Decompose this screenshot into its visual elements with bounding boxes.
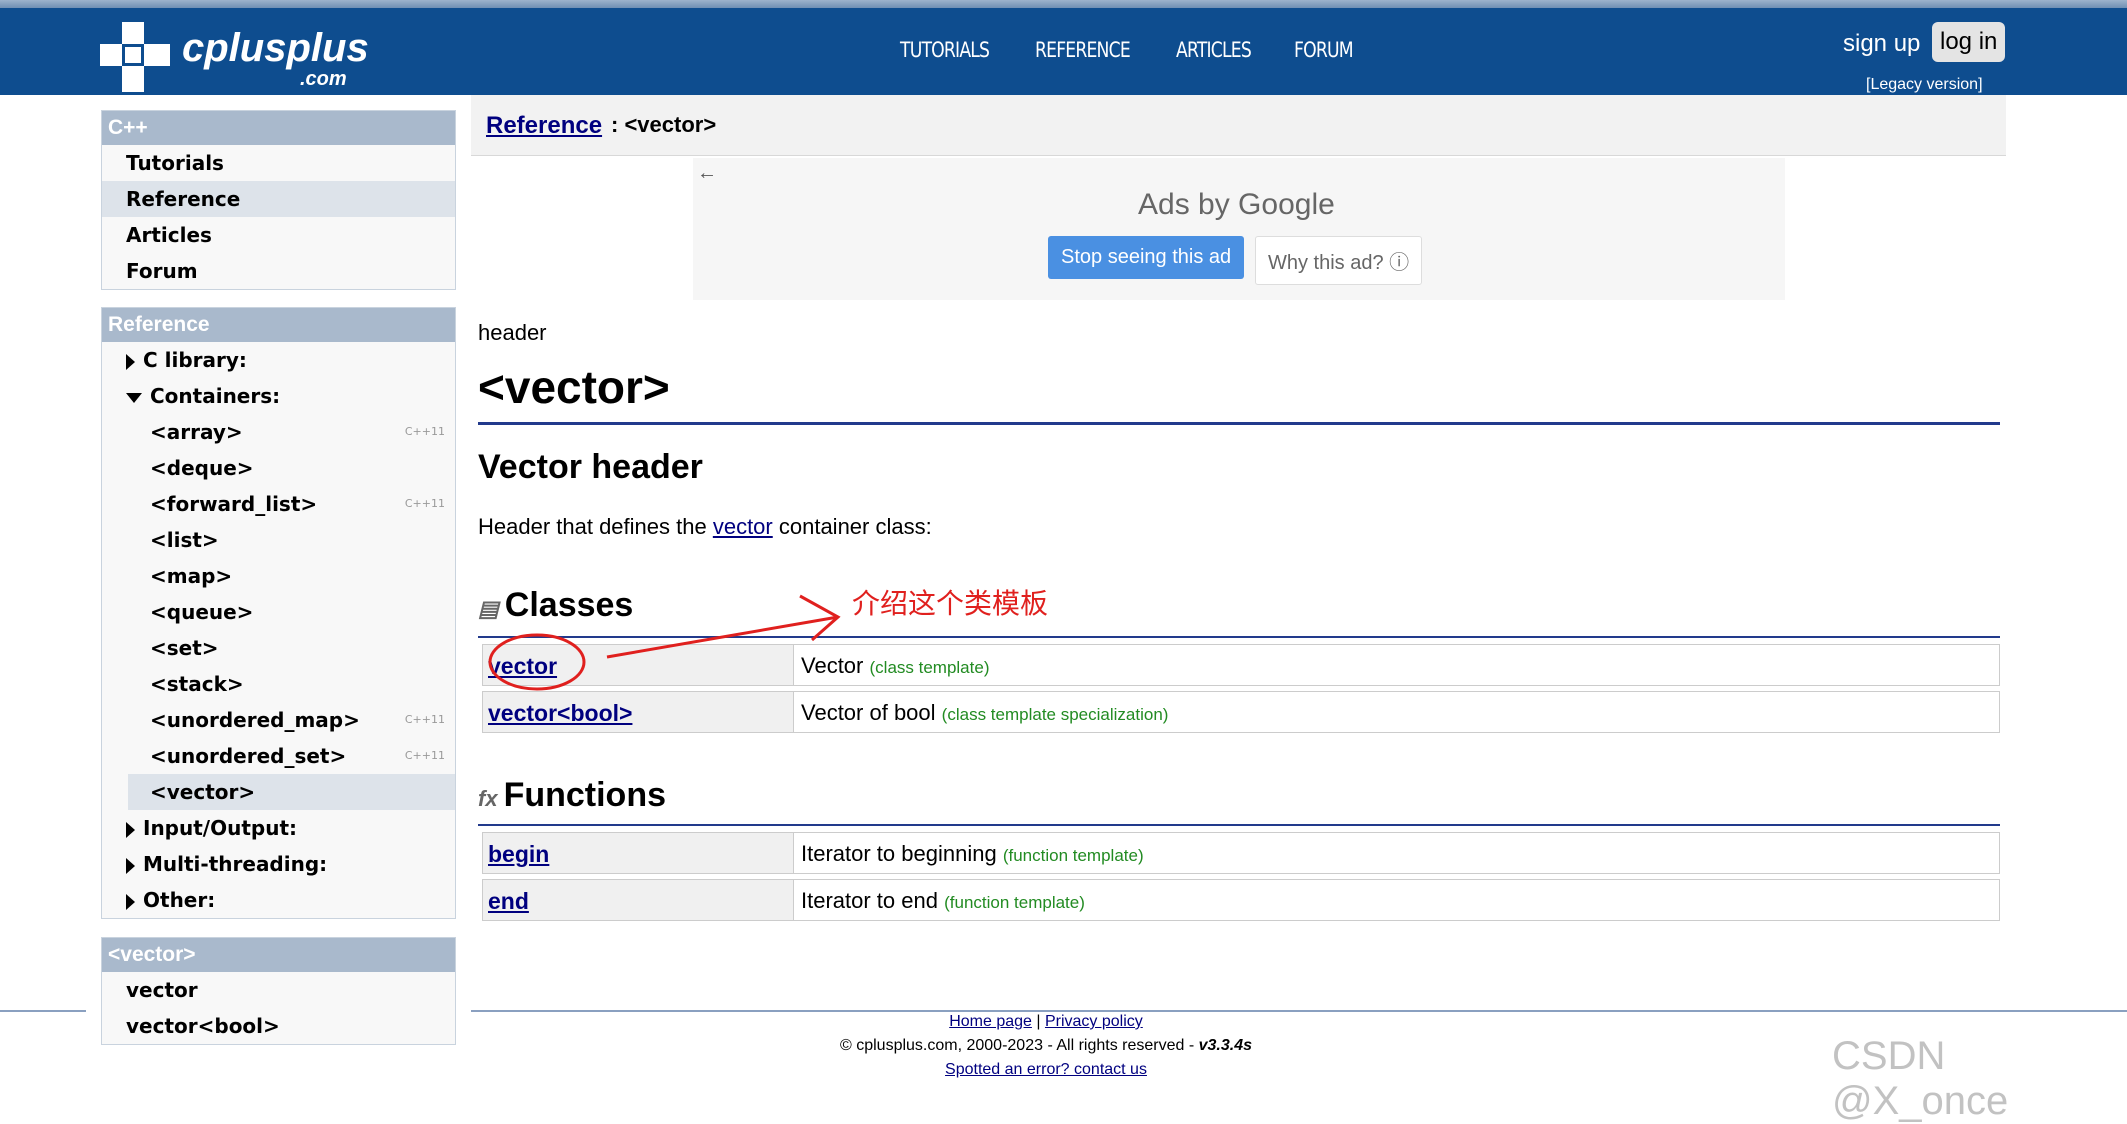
arrow-annotation-line	[606, 615, 839, 659]
annotation-overlay	[488, 594, 841, 691]
footer-divider	[471, 1010, 2127, 1012]
footer-separator: |	[1031, 1013, 1045, 1030]
home-page-link[interactable]: Home page	[949, 1013, 1032, 1030]
footer-copyright: © cplusplus.com, 2000-2023 - All rights …	[471, 1037, 1621, 1055]
contact-us-link[interactable]: Spotted an error? contact us	[945, 1061, 1147, 1078]
footer-links: Home page | Privacy policy	[471, 1013, 1621, 1031]
site-footer: Home page | Privacy policy © cplusplus.c…	[471, 1013, 1621, 1079]
watermark: CSDN @X_once	[1832, 1034, 2009, 1123]
copyright-text: © cplusplus.com, 2000-2023 - All rights …	[839, 1037, 1199, 1054]
annotation-note: 介绍这个类模板	[852, 588, 1049, 619]
privacy-policy-link[interactable]: Privacy policy	[1045, 1013, 1143, 1030]
version-text: v3.3.4s	[1198, 1037, 1252, 1054]
footer-contact: Spotted an error? contact us	[471, 1061, 1621, 1079]
footer-divider	[0, 1010, 86, 1012]
circle-annotation	[488, 633, 586, 691]
